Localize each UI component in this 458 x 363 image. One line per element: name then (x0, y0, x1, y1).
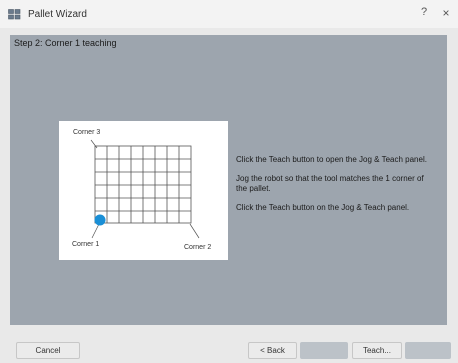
finish-button[interactable] (405, 342, 451, 359)
pallet-grid (94, 145, 192, 224)
window-title: Pallet Wizard (28, 8, 87, 20)
instruction-step-2: Jog the robot so that the tool matches t… (236, 174, 424, 193)
corner2-label: Corner 2 (184, 244, 212, 251)
corner1-label: Corner 1 (72, 241, 100, 248)
cancel-button[interactable]: Cancel (16, 342, 80, 359)
corner3-leader-line (90, 139, 98, 149)
corner1-leader-line (91, 223, 100, 239)
instruction-step-1: Click the Teach button to open the Jog &… (236, 155, 427, 164)
next-button[interactable] (300, 342, 348, 359)
corner1-marker (94, 214, 106, 226)
close-button[interactable]: × (438, 6, 454, 20)
step-title: Step 2: Corner 1 teaching (14, 38, 117, 48)
instruction-step-3: Click the Teach button on the Jog & Teac… (236, 203, 410, 212)
pallet-grid-illustration (90, 139, 200, 239)
title-bar: Pallet Wizard ? × (0, 0, 458, 29)
pallet-diagram: Corner 3 Corner 1 Corner 2 (59, 121, 228, 260)
back-button[interactable]: < Back (248, 342, 297, 359)
pallet-wizard-app-icon (8, 8, 22, 20)
help-button[interactable]: ? (416, 6, 432, 18)
corner2-leader-line (189, 223, 200, 239)
instructions-text: Click the Teach button to open the Jog &… (236, 155, 436, 222)
teach-button[interactable]: Teach... (352, 342, 402, 359)
corner3-label: Corner 3 (73, 129, 101, 136)
